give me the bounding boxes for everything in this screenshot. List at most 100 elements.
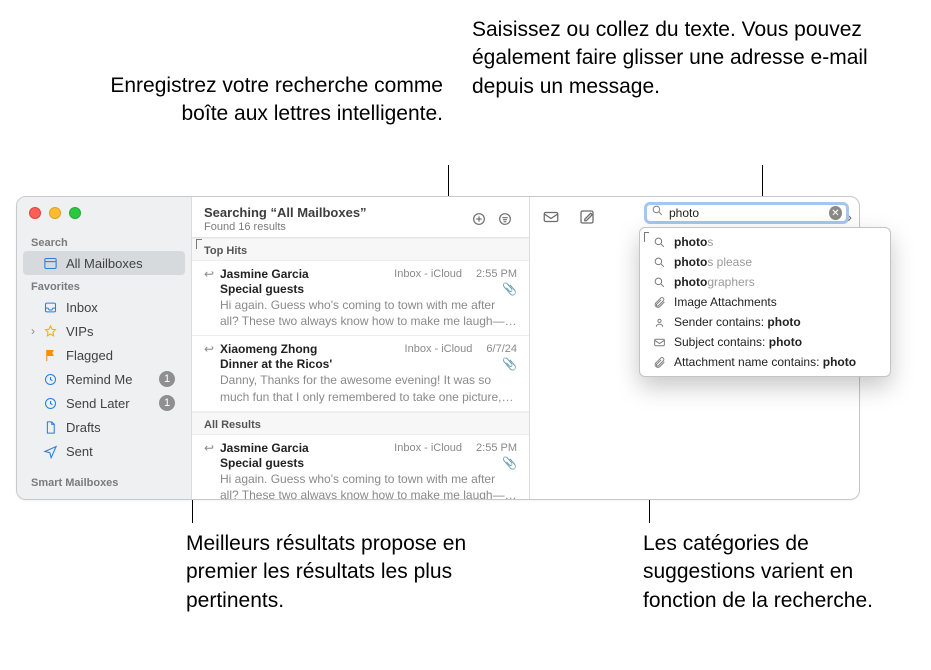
document-icon — [43, 420, 58, 435]
search-result-count: Found 16 results — [204, 221, 465, 233]
mailbox-icon — [43, 256, 58, 271]
minimize-window-button[interactable] — [49, 207, 61, 219]
close-window-button[interactable] — [29, 207, 41, 219]
archive-button[interactable] — [540, 206, 562, 228]
reply-indicator-icon: ↩︎ — [204, 267, 214, 281]
suggestion-match: photo — [674, 255, 707, 269]
filter-button[interactable] — [493, 207, 517, 231]
suggestion-row[interactable]: Attachment name contains: photo — [640, 352, 890, 372]
message-date: 2:55 PM — [476, 442, 517, 454]
envelope-icon — [652, 335, 666, 349]
suggestion-row[interactable]: Subject contains: photo — [640, 332, 890, 352]
filter-icon — [497, 211, 513, 227]
sidebar-section-smart-mailboxes: Smart Mailboxes — [17, 471, 191, 491]
sidebar-item-flagged[interactable]: Flagged — [23, 343, 185, 367]
attachment-icon: 📎 — [502, 357, 517, 371]
search-icon — [651, 204, 664, 222]
suggestion-row[interactable]: photos — [640, 232, 890, 252]
sidebar-item-send-later[interactable]: Send Later 1 — [23, 391, 185, 415]
search-input[interactable] — [669, 206, 824, 220]
sidebar-item-remind-me[interactable]: Remind Me 1 — [23, 367, 185, 391]
message-subject: Special guests — [220, 456, 304, 470]
suggestion-prefix: Subject contains: — [674, 335, 769, 349]
sidebar-item-label: Sent — [66, 444, 175, 459]
sidebar-item-all-mailboxes[interactable]: All Mailboxes — [23, 251, 185, 275]
search-icon — [652, 235, 666, 249]
compose-icon — [578, 208, 596, 226]
window-controls — [29, 207, 81, 219]
callout-suggestion-categories: Les catégories de suggestions varient en… — [643, 530, 903, 615]
suggestion-row[interactable]: photographers — [640, 272, 890, 292]
paperclip-icon — [652, 355, 666, 369]
reply-indicator-icon: ↩︎ — [204, 441, 214, 455]
suggestion-rest: s — [707, 235, 713, 249]
message-preview: Hi again. Guess who's coming to town wit… — [204, 297, 517, 329]
section-header-all-results: All Results — [192, 412, 529, 435]
message-row[interactable]: ↩︎ Jasmine Garcia Inbox - iCloud 2:55 PM… — [192, 261, 529, 336]
message-row[interactable]: ↩︎ Xiaomeng Zhong Inbox - iCloud 6/7/24 … — [192, 336, 529, 411]
message-row[interactable]: ↩︎ Jasmine Garcia Inbox - iCloud 2:55 PM… — [192, 435, 529, 500]
message-subject: Special guests — [220, 282, 304, 296]
message-sender: Jasmine Garcia — [220, 441, 388, 455]
flag-icon — [43, 348, 58, 363]
clock-icon — [43, 372, 58, 387]
suggestion-match: photo — [767, 315, 800, 329]
suggestion-match: photo — [674, 235, 707, 249]
message-mailbox: Inbox - iCloud — [405, 343, 473, 355]
suggestion-row[interactable]: Sender contains: photo — [640, 312, 890, 332]
search-scope-title: Searching “All Mailboxes” — [204, 205, 465, 220]
sidebar-item-label: Inbox — [66, 300, 175, 315]
message-list-column: Searching “All Mailboxes” Found 16 resul… — [192, 197, 530, 499]
message-preview: Danny, Thanks for the awesome evening! I… — [204, 372, 517, 404]
message-list-header: Searching “All Mailboxes” Found 16 resul… — [192, 197, 529, 238]
attachment-icon: 📎 — [502, 456, 517, 470]
attachment-icon: 📎 — [502, 282, 517, 296]
message-preview: Hi again. Guess who's coming to town wit… — [204, 471, 517, 500]
sidebar-item-label: Remind Me — [66, 372, 151, 387]
sidebar-section-search: Search — [17, 231, 191, 251]
suggestion-row[interactable]: photos please — [640, 252, 890, 272]
search-icon — [652, 255, 666, 269]
zoom-window-button[interactable] — [69, 207, 81, 219]
message-sender: Jasmine Garcia — [220, 267, 388, 281]
suggestion-match: photo — [674, 275, 707, 289]
sidebar-badge: 1 — [159, 371, 175, 387]
paperclip-icon — [652, 295, 666, 309]
message-sender: Xiaomeng Zhong — [220, 342, 399, 356]
person-icon — [652, 315, 666, 329]
suggestion-match: photo — [823, 355, 856, 369]
suggestion-prefix: Attachment name contains: — [674, 355, 823, 369]
suggestion-row[interactable]: Image Attachments — [640, 292, 890, 312]
connector-line — [762, 165, 763, 200]
sidebar-item-label: Flagged — [66, 348, 175, 363]
search-icon — [652, 275, 666, 289]
suggestion-match: photo — [769, 335, 802, 349]
search-suggestions-popover: photos photos please photographers Image… — [639, 227, 891, 377]
star-icon — [43, 324, 58, 339]
plus-circle-icon — [471, 211, 487, 227]
save-smart-mailbox-button[interactable] — [467, 207, 491, 231]
envelope-icon — [542, 208, 560, 226]
message-date: 6/7/24 — [486, 343, 517, 355]
search-field[interactable]: ✕ — [644, 202, 849, 224]
suggestion-text: Image Attachments — [674, 295, 777, 309]
clear-search-button[interactable]: ✕ — [829, 206, 842, 220]
sidebar-item-vips[interactable]: VIPs — [23, 319, 185, 343]
callout-type-or-paste: Saisissez ou collez du texte. Vous pouve… — [472, 16, 902, 101]
inbox-icon — [43, 300, 58, 315]
message-date: 2:55 PM — [476, 268, 517, 280]
sidebar-item-label: All Mailboxes — [66, 256, 175, 271]
sidebar-item-label: VIPs — [66, 324, 175, 339]
sidebar-item-label: Drafts — [66, 420, 175, 435]
sidebar-item-drafts[interactable]: Drafts — [23, 415, 185, 439]
callout-save-smart-mailbox: Enregistrez votre recherche comme boîte … — [100, 72, 443, 129]
paper-plane-icon — [43, 444, 58, 459]
message-mailbox: Inbox - iCloud — [394, 442, 462, 454]
compose-button[interactable] — [576, 206, 598, 228]
sidebar-item-inbox[interactable]: Inbox — [23, 295, 185, 319]
clock-send-icon — [43, 396, 58, 411]
section-header-top-hits: Top Hits — [192, 238, 529, 261]
sidebar: Search All Mailboxes Favorites Inbox VIP… — [17, 197, 192, 499]
sidebar-section-favorites: Favorites — [17, 275, 191, 295]
sidebar-item-sent[interactable]: Sent — [23, 439, 185, 463]
